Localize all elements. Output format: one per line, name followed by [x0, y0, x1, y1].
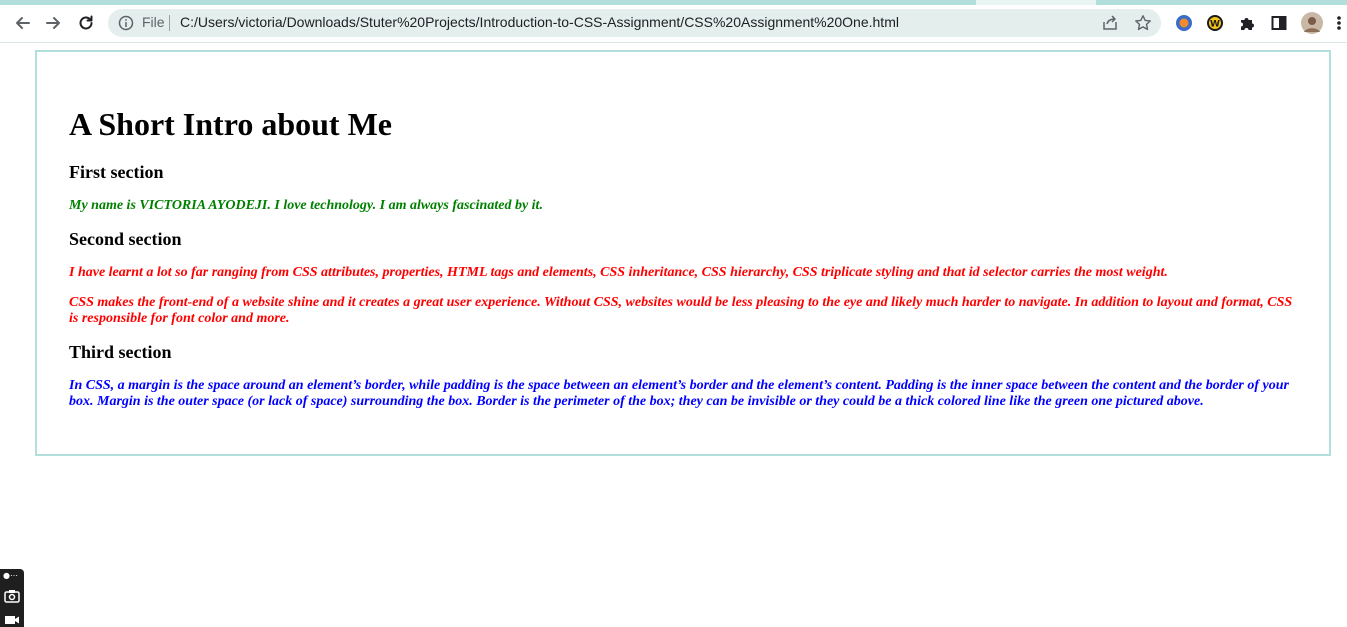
kebab-menu-icon[interactable] [1333, 13, 1345, 33]
capture-widget[interactable]: ●⋯ [0, 569, 24, 627]
extension-shield-icon[interactable] [1174, 13, 1194, 33]
url-text[interactable]: C:/Users/victoria/Downloads/Stuter%20Pro… [180, 14, 899, 30]
forward-arrow-icon [46, 17, 60, 29]
info-icon[interactable] [118, 15, 134, 31]
share-icon[interactable] [1101, 14, 1119, 32]
scheme-label: File [142, 14, 165, 30]
widget-handle-icon[interactable]: ●⋯ [3, 572, 18, 580]
video-icon[interactable] [4, 615, 20, 625]
section-heading-second: Second section [69, 229, 182, 249]
back-button[interactable] [8, 9, 36, 37]
puzzle-icon[interactable] [1237, 13, 1257, 33]
page-container: A Short Intro about Me First section My … [35, 50, 1331, 456]
paragraph-third: In CSS, a margin is the space around an … [69, 378, 1289, 409]
camera-icon[interactable] [4, 589, 20, 603]
profile-avatar[interactable] [1301, 12, 1323, 34]
page-title: A Short Intro about Me [69, 106, 392, 142]
omnibox-separator [169, 15, 170, 31]
section-heading-third: Third section [69, 342, 172, 362]
reload-icon [79, 15, 93, 30]
svg-text:W: W [1210, 20, 1220, 30]
paragraph-first: My name is VICTORIA AYODEJI. I love tech… [69, 198, 543, 213]
address-bar[interactable]: File C:/Users/victoria/Downloads/Stuter%… [108, 9, 1161, 37]
side-panel-icon[interactable] [1269, 13, 1289, 33]
browser-toolbar: File C:/Users/victoria/Downloads/Stuter%… [0, 5, 1347, 43]
paragraph-second-a: I have learnt a lot so far ranging from … [69, 265, 1168, 280]
extension-w-icon[interactable]: W [1205, 13, 1225, 33]
forward-button[interactable] [40, 9, 68, 37]
reload-button[interactable] [72, 9, 100, 37]
section-heading-first: First section [69, 162, 164, 182]
paragraph-second-b: CSS makes the front-end of a website shi… [69, 295, 1293, 326]
back-arrow-icon [16, 17, 30, 29]
star-icon[interactable] [1134, 14, 1152, 32]
